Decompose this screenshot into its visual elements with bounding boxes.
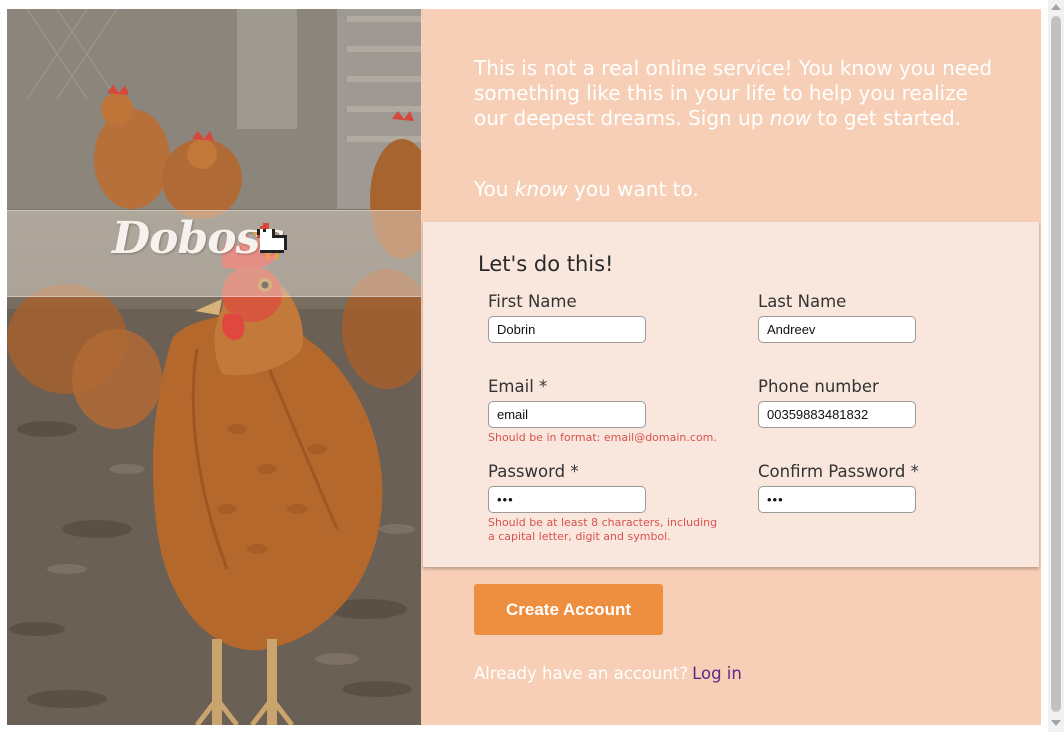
phone-label: Phone number [758,377,879,396]
tagline-after: you want to. [567,177,699,201]
email-input[interactable] [488,401,646,428]
password-label: Password * [488,462,579,481]
tagline-before: You [474,177,515,201]
scroll-down-arrow-icon[interactable] [1051,720,1061,726]
tagline-emphasis: know [514,177,568,201]
password-error-message: Should be at least 8 characters, includi… [488,516,718,543]
chicken-pixel-icon [254,223,287,259]
vertical-scrollbar[interactable] [1048,0,1064,732]
last-name-input[interactable] [758,316,916,343]
login-prompt-row: Already have an account? Log in [474,664,742,683]
form-title: Let's do this! [478,252,614,276]
password-input[interactable] [488,486,646,513]
login-prompt-text: Already have an account? [474,664,689,683]
email-label: Email * [488,377,548,396]
scrollbar-thumb[interactable] [1051,16,1061,712]
intro-emphasis: now [769,106,812,130]
signup-form: Let's do this! First Name Last Name Emai… [423,222,1039,567]
tagline: You know you want to. [474,177,699,202]
chicken-photo-illustration [7,9,421,725]
first-name-input[interactable] [488,316,646,343]
signup-page: Doboss This is not a real online service… [0,0,1064,732]
intro-text: This is not a real online service! You k… [474,56,994,131]
first-name-label: First Name [488,292,577,311]
login-link[interactable]: Log in [692,664,742,683]
create-account-button[interactable]: Create Account [474,584,663,635]
confirm-password-input[interactable] [758,486,916,513]
scroll-up-arrow-icon[interactable] [1051,4,1061,10]
hero-photo [7,9,421,725]
email-error-message: Should be in format: email@domain.com. [488,431,717,444]
last-name-label: Last Name [758,292,847,311]
confirm-password-label: Confirm Password * [758,462,919,481]
intro-text-part2: to get started. [811,106,961,130]
phone-input[interactable] [758,401,916,428]
